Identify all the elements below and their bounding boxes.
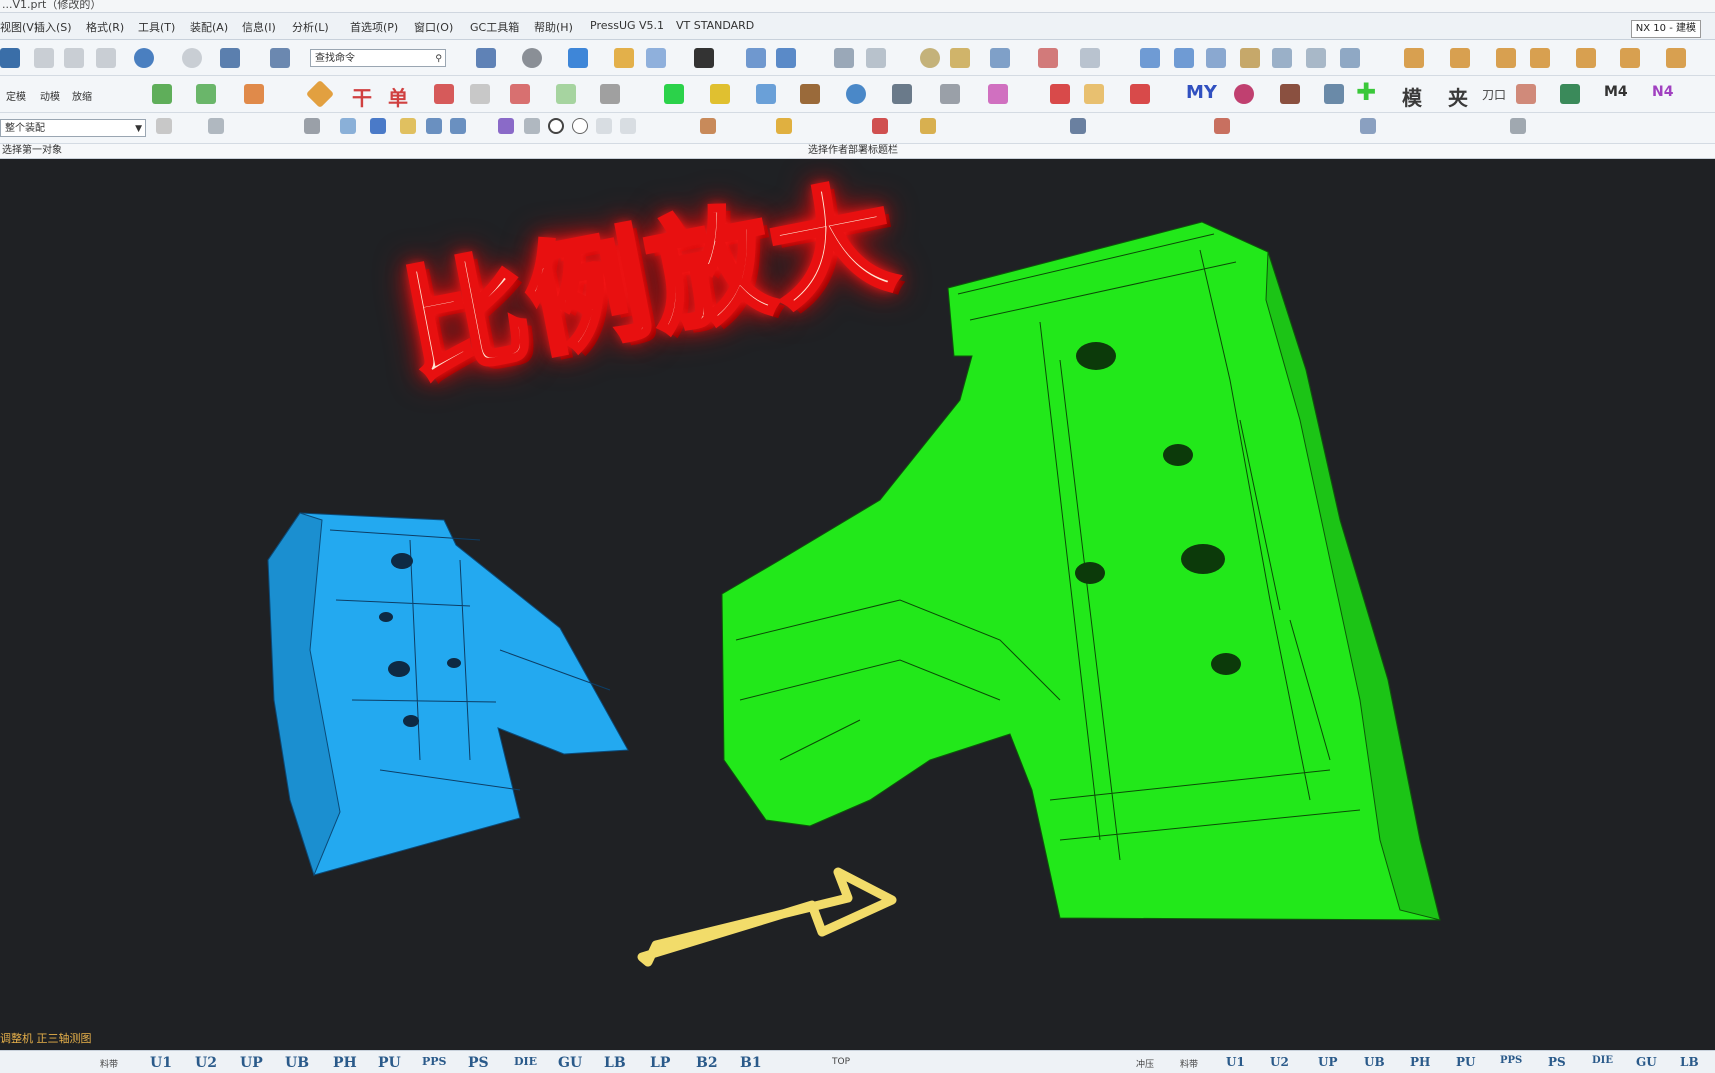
taskbar-item-gu[interactable]: GU [558, 1055, 582, 1071]
taskbar-item-u2[interactable]: U2 [195, 1055, 217, 1071]
taskbar-item-u1-b[interactable]: U1 [1226, 1055, 1245, 1069]
taskbar-item-pps[interactable]: PPS [422, 1055, 447, 1068]
original-part-hole-5 [403, 715, 419, 727]
original-part-hole-2 [379, 612, 393, 622]
original-part-hole-1 [391, 553, 413, 569]
scaled-part-hole-3 [1075, 562, 1105, 584]
taskbar-item-ps[interactable]: PS [468, 1055, 489, 1071]
taskbar-item-lb[interactable]: LB [604, 1055, 626, 1071]
scaled-part-hole-1 [1076, 342, 1116, 370]
taskbar-item-up-b[interactable]: UP [1318, 1055, 1338, 1069]
taskbar-item-up[interactable]: UP [240, 1055, 263, 1071]
bottom-command-bar: 料带 U1 U2 UP UB PH PU PPS PS DIE GU LB LP… [0, 1050, 1715, 1073]
taskbar-item-u2-b[interactable]: U2 [1270, 1055, 1289, 1069]
taskbar-punch-label[interactable]: 冲压 [1136, 1057, 1154, 1070]
taskbar-item-pu[interactable]: PU [378, 1055, 401, 1071]
scaled-part-hole-4 [1181, 544, 1225, 574]
original-part-hole-3 [388, 661, 410, 677]
taskbar-item-pu-b[interactable]: PU [1456, 1055, 1476, 1069]
taskbar-item-b1[interactable]: B1 [740, 1055, 762, 1071]
original-part-model[interactable] [267, 512, 629, 877]
taskbar-item-die[interactable]: DIE [514, 1055, 537, 1068]
taskbar-item-top[interactable]: TOP [832, 1057, 850, 1067]
taskbar-item-lp[interactable]: LP [650, 1055, 670, 1071]
view-orientation-label: 调整机 正三轴测图 [0, 1032, 92, 1045]
scaled-part-model[interactable] [721, 221, 1441, 921]
taskbar-item-ph[interactable]: PH [333, 1055, 357, 1071]
taskbar-item-b2[interactable]: B2 [696, 1055, 718, 1071]
taskbar-item-gu-b[interactable]: GU [1636, 1055, 1657, 1069]
taskbar-item-u1[interactable]: U1 [150, 1055, 172, 1071]
taskbar-strip-label-2[interactable]: 料带 [1180, 1057, 1198, 1070]
taskbar-item-ph-b[interactable]: PH [1410, 1055, 1430, 1069]
direction-arrow-icon [637, 867, 897, 967]
taskbar-item-ub[interactable]: UB [285, 1055, 309, 1071]
viewport-orientation-bar: 调整机 正三轴测图 [0, 1032, 1715, 1046]
taskbar-strip-label[interactable]: 料带 [100, 1057, 118, 1070]
scaled-part-hole-2 [1163, 444, 1193, 466]
taskbar-item-pps-b[interactable]: PPS [1500, 1055, 1522, 1066]
taskbar-item-lb-b[interactable]: LB [1680, 1055, 1699, 1069]
taskbar-item-ps-b[interactable]: PS [1548, 1055, 1566, 1069]
taskbar-item-ub-b[interactable]: UB [1364, 1055, 1385, 1069]
scaled-part-hole-5 [1211, 653, 1241, 675]
taskbar-item-die-b[interactable]: DIE [1592, 1055, 1613, 1066]
original-part-hole-4 [447, 658, 461, 668]
